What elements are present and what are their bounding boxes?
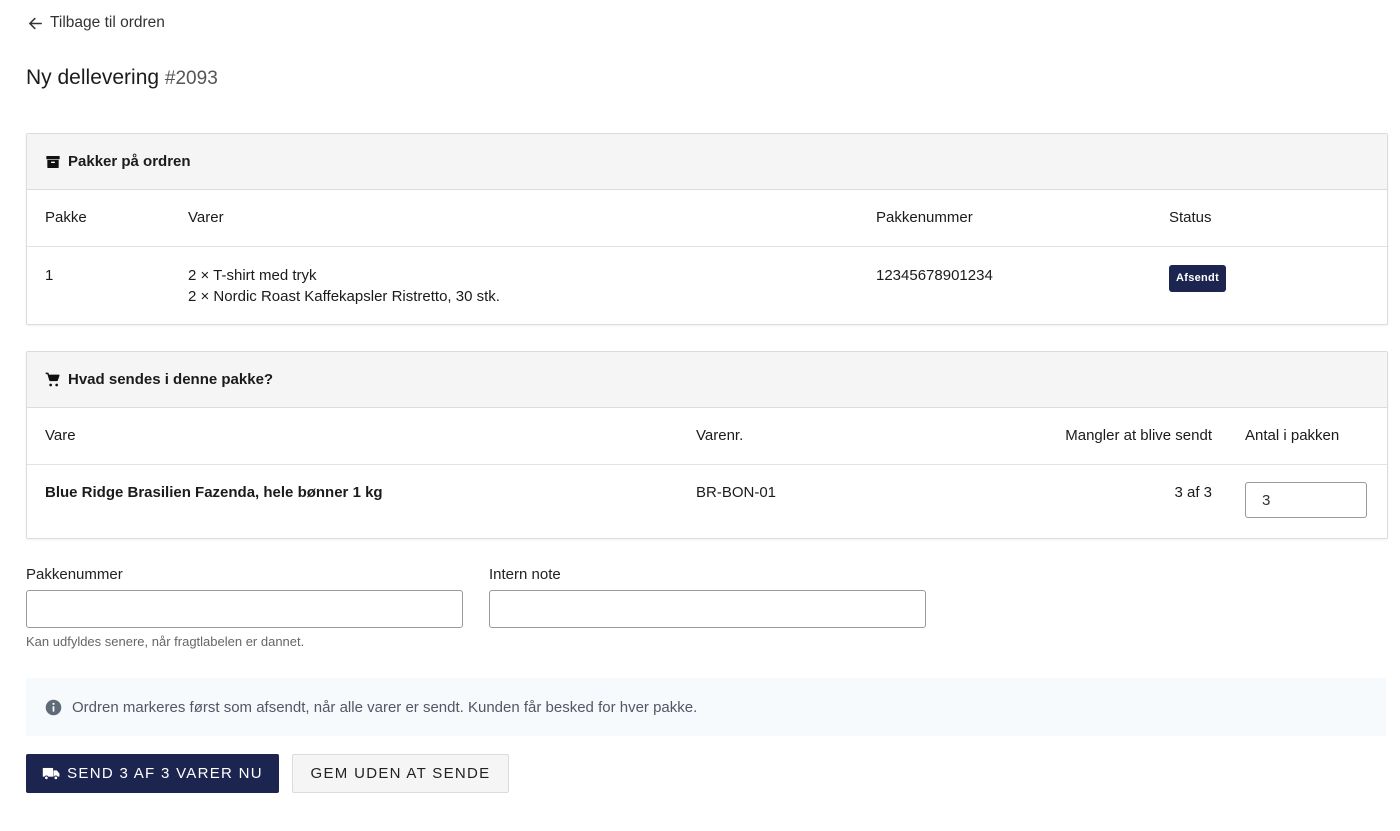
cart-icon bbox=[45, 372, 60, 386]
info-message: Ordren markeres først som afsendt, når a… bbox=[26, 678, 1386, 736]
col-header-antal: Antal i pakken bbox=[1245, 427, 1340, 444]
col-header-varer: Varer bbox=[188, 209, 224, 226]
item-name-cell: Blue Ridge Brasilien Fazenda, hele bønne… bbox=[45, 484, 383, 501]
col-header-mangler: Mangler at blive sendt bbox=[1065, 427, 1212, 444]
quantity-cell bbox=[1245, 482, 1367, 518]
remaining-cell: 3 af 3 bbox=[1174, 484, 1212, 501]
items-table-header: Vare Varenr. Mangler at blive sendt Anta… bbox=[27, 408, 1387, 465]
back-to-order-link[interactable]: Tilbage til ordren bbox=[27, 14, 165, 32]
col-header-varenr: Varenr. bbox=[696, 427, 744, 444]
packages-panel-title: Pakker på ordren bbox=[68, 153, 191, 170]
tracking-number-label: Pakkenummer bbox=[26, 566, 123, 583]
col-header-vare: Vare bbox=[45, 427, 76, 444]
page-title-text: Ny dellevering bbox=[26, 66, 160, 89]
quantity-input[interactable] bbox=[1245, 482, 1367, 518]
info-icon bbox=[45, 699, 62, 715]
archive-box-icon bbox=[46, 155, 60, 168]
info-text: Ordren markeres først som afsendt, når a… bbox=[72, 698, 698, 716]
col-header-pakke: Pakke bbox=[45, 209, 87, 226]
save-without-sending-button[interactable]: GEM UDEN AT SENDE bbox=[292, 754, 509, 793]
truck-icon bbox=[42, 767, 60, 781]
send-now-button[interactable]: SEND 3 AF 3 VARER NU bbox=[26, 754, 279, 793]
send-now-label: SEND 3 AF 3 VARER NU bbox=[67, 765, 263, 782]
items-panel: Hvad sendes i denne pakke? Vare Varenr. … bbox=[26, 351, 1388, 539]
package-item-line: 2 × Nordic Roast Kaffekapsler Ristretto,… bbox=[188, 288, 500, 305]
package-items-cell: 2 × T-shirt med tryk 2 × Nordic Roast Ka… bbox=[188, 265, 500, 307]
table-row: Blue Ridge Brasilien Fazenda, hele bønne… bbox=[27, 465, 1387, 538]
packages-panel-header: Pakker på ordren bbox=[27, 134, 1387, 190]
tracking-number-hint: Kan udfyldes senere, når fragtlabelen er… bbox=[26, 634, 305, 649]
status-cell: Afsendt bbox=[1169, 265, 1227, 292]
item-sku-cell: BR-BON-01 bbox=[696, 484, 777, 501]
table-row: 1 2 × T-shirt med tryk 2 × Nordic Roast … bbox=[27, 247, 1387, 324]
tracking-number-input[interactable] bbox=[26, 590, 463, 628]
tracking-number-cell: 12345678901234 bbox=[876, 267, 993, 284]
package-number-cell: 1 bbox=[45, 267, 54, 284]
packages-panel: Pakker på ordren Pakke Varer Pakkenummer… bbox=[26, 133, 1388, 325]
back-link-label: Tilbage til ordren bbox=[50, 14, 165, 31]
internal-note-label: Intern note bbox=[489, 566, 561, 583]
col-header-pakkenummer: Pakkenummer bbox=[876, 209, 973, 226]
status-badge: Afsendt bbox=[1169, 265, 1227, 292]
items-panel-header: Hvad sendes i denne pakke? bbox=[27, 352, 1387, 408]
internal-note-input[interactable] bbox=[489, 590, 926, 628]
page-title: Ny dellevering #2093 bbox=[26, 66, 218, 90]
save-without-sending-label: GEM UDEN AT SENDE bbox=[310, 765, 491, 782]
packages-table-header: Pakke Varer Pakkenummer Status bbox=[27, 190, 1387, 247]
col-header-status: Status bbox=[1169, 209, 1212, 226]
package-item-line: 2 × T-shirt med tryk bbox=[188, 267, 317, 284]
items-panel-title: Hvad sendes i denne pakke? bbox=[68, 371, 274, 388]
arrow-left-icon bbox=[29, 17, 42, 29]
order-number: #2093 bbox=[164, 68, 218, 89]
